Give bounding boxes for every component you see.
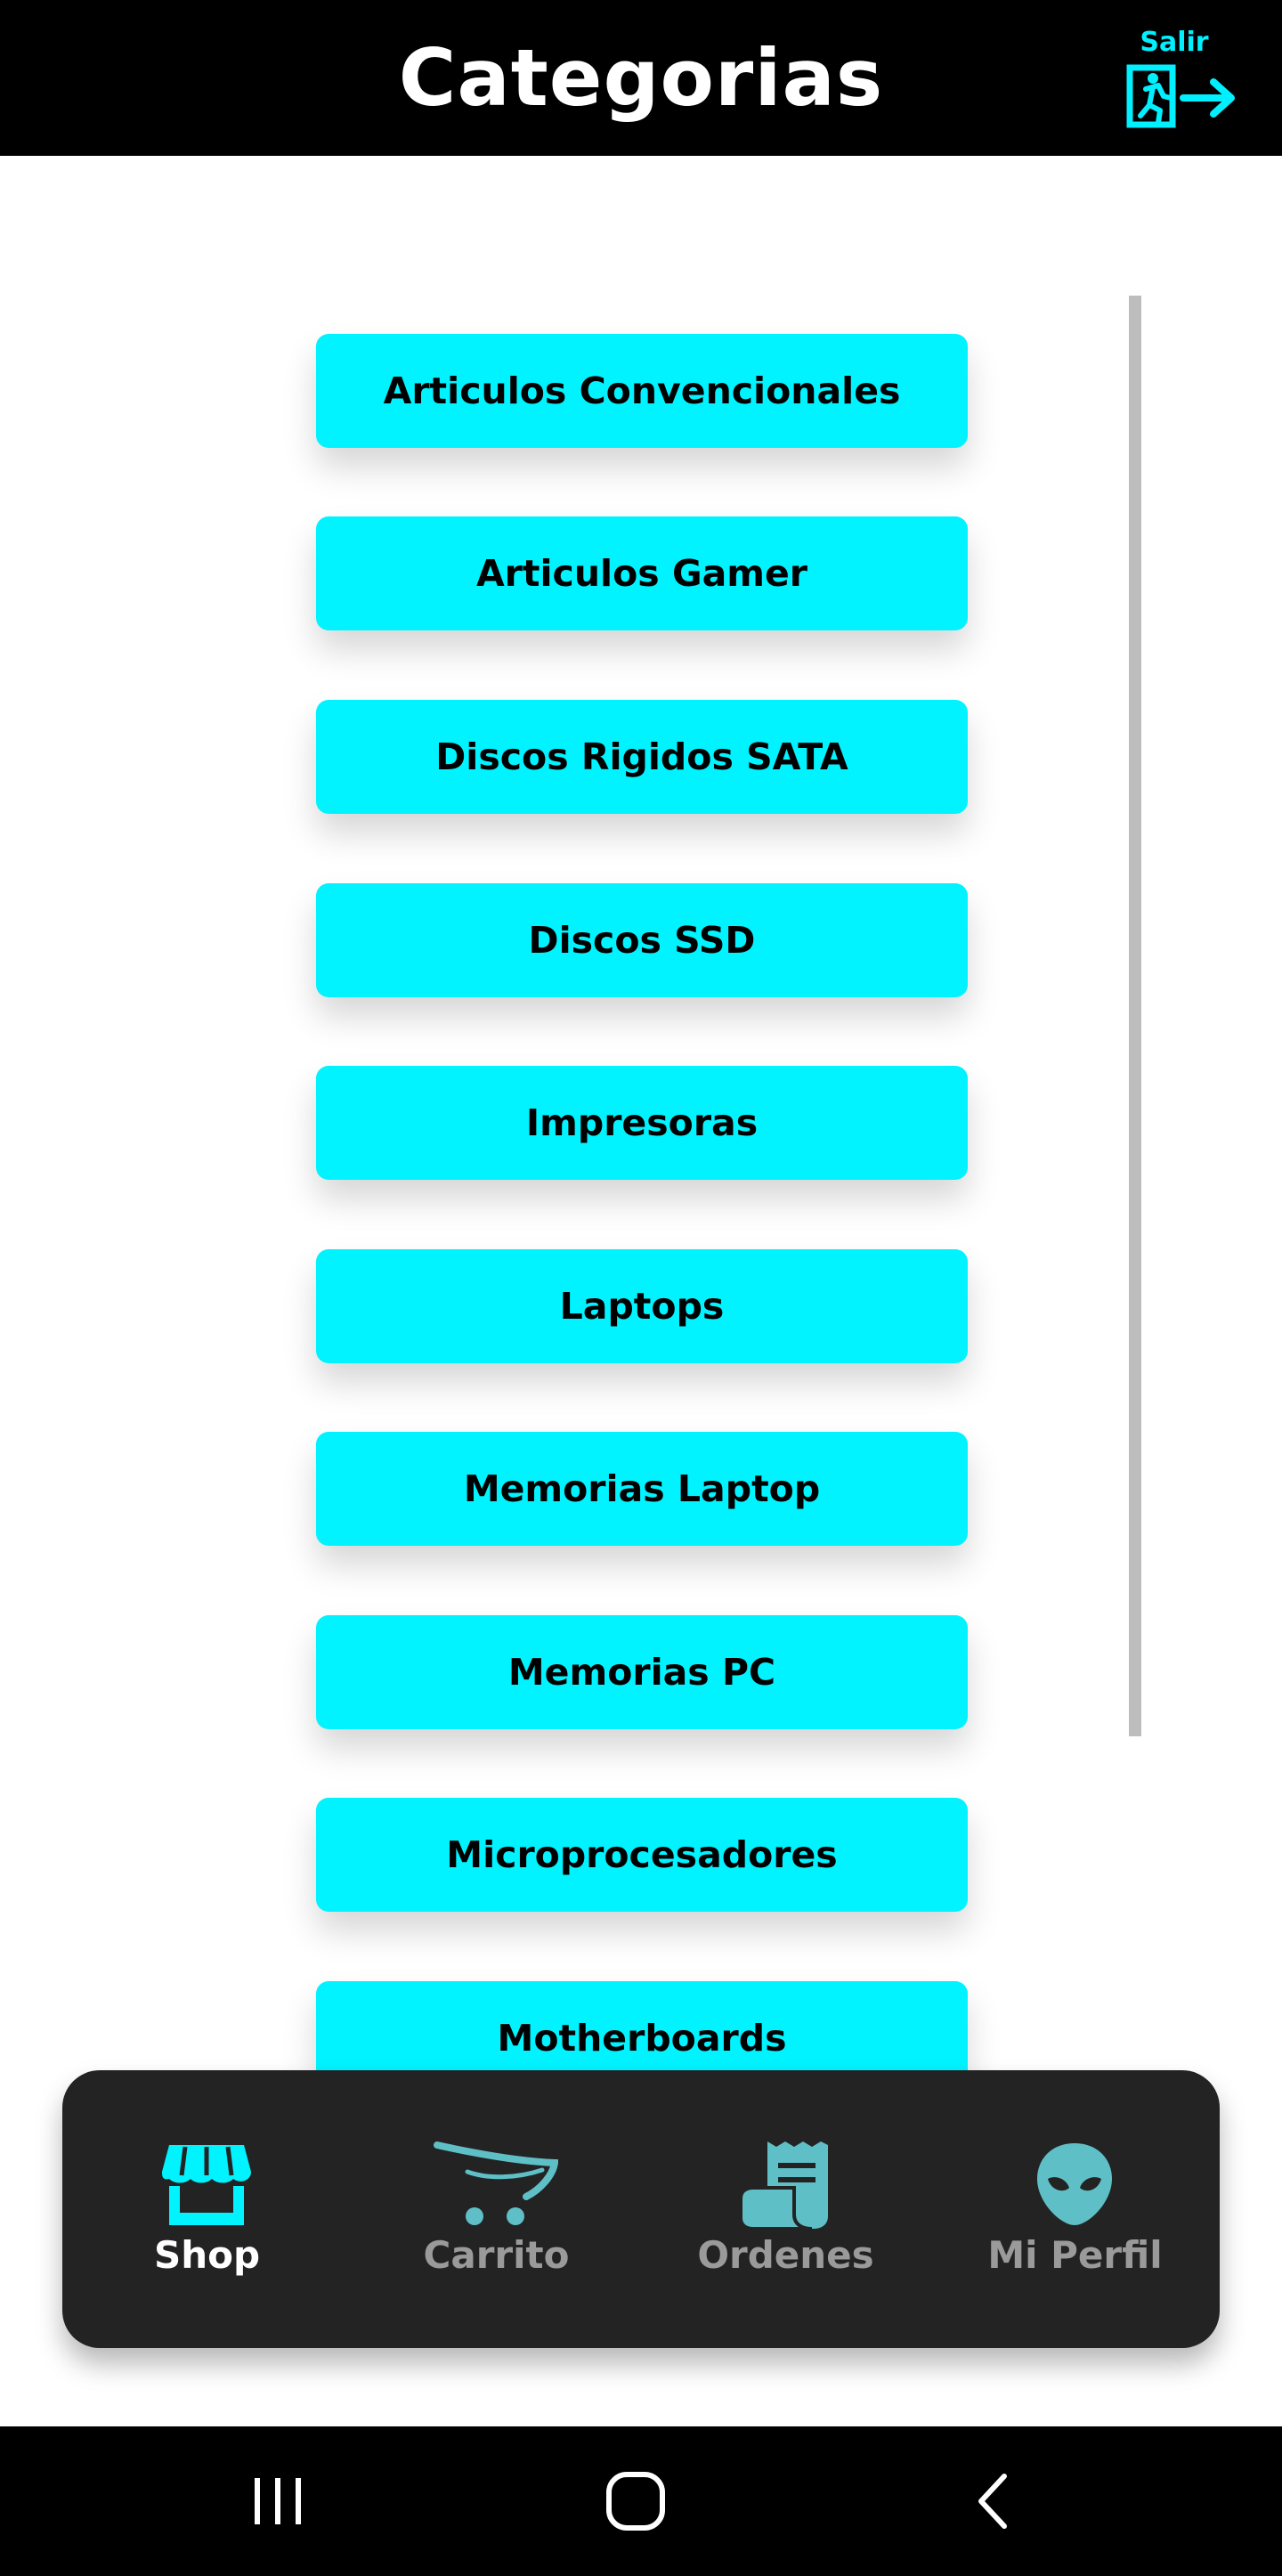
category-button[interactable]: Microprocesadores — [316, 1798, 968, 1912]
alien-icon — [1037, 2143, 1112, 2225]
bottom-navigation: Shop Carrito Ordenes Mi Perfil — [62, 2070, 1220, 2348]
category-button[interactable]: Memorias Laptop — [316, 1432, 968, 1546]
category-button[interactable]: Articulos Convencionales — [316, 334, 968, 448]
category-button[interactable]: Discos SSD — [316, 883, 968, 997]
category-label: Laptops — [559, 1285, 725, 1328]
category-label: Articulos Convencionales — [383, 370, 901, 412]
recent-apps-icon[interactable] — [242, 2466, 313, 2537]
app-header: Categorias Salir — [0, 0, 1282, 156]
category-label: Impresoras — [525, 1101, 759, 1144]
category-button[interactable]: Memorias PC — [316, 1615, 968, 1729]
category-label: Memorias PC — [507, 1651, 776, 1694]
category-button[interactable]: Impresoras — [316, 1066, 968, 1180]
category-label: Motherboards — [497, 2017, 787, 2060]
store-icon — [162, 2145, 251, 2225]
nav-item-mi-perfil[interactable]: Mi Perfil — [930, 2070, 1220, 2348]
scrollbar[interactable] — [1129, 296, 1141, 1736]
system-navigation-bar — [0, 2426, 1282, 2576]
category-list[interactable]: Articulos Convencionales Articulos Gamer… — [0, 156, 1282, 2070]
nav-label: Ordenes — [697, 2233, 874, 2277]
category-label: Discos SSD — [528, 919, 756, 962]
home-icon[interactable] — [600, 2466, 671, 2537]
back-icon[interactable] — [958, 2466, 1029, 2537]
exit-door-icon — [1126, 64, 1235, 128]
nav-label: Carrito — [423, 2233, 570, 2277]
category-button[interactable]: Motherboards — [316, 1981, 968, 2070]
nav-label: Mi Perfil — [987, 2233, 1163, 2277]
category-button[interactable]: Discos Rigidos SATA — [316, 700, 968, 814]
category-label: Memorias Laptop — [463, 1467, 821, 1510]
category-button[interactable]: Articulos Gamer — [316, 516, 968, 630]
nav-label: Shop — [153, 2233, 261, 2277]
nav-item-ordenes[interactable]: Ordenes — [641, 2070, 930, 2348]
category-label: Discos Rigidos SATA — [435, 735, 848, 778]
nav-item-shop[interactable]: Shop — [62, 2070, 352, 2348]
page-title: Categorias — [398, 32, 884, 124]
cart-icon — [434, 2141, 558, 2225]
category-button[interactable]: Laptops — [316, 1249, 968, 1363]
category-label: Articulos Gamer — [475, 552, 808, 595]
logout-button[interactable]: Salir — [1117, 25, 1242, 132]
receipt-icon — [741, 2141, 828, 2229]
nav-item-carrito[interactable]: Carrito — [352, 2070, 641, 2348]
category-label: Microprocesadores — [446, 1833, 838, 1876]
logout-label: Salir — [1140, 27, 1209, 58]
